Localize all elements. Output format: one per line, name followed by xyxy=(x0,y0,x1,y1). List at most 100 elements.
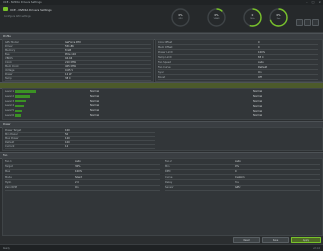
gauge-label: MHz xyxy=(250,18,255,20)
gauge-value: 0 xyxy=(251,14,254,17)
save-button[interactable]: Save xyxy=(262,237,289,243)
section-title: Power xyxy=(3,123,11,126)
row-value: Normal xyxy=(90,114,100,118)
header-subtitle: Configure GPU settings xyxy=(4,15,31,18)
fan-setting-row[interactable]: Zero RPM On xyxy=(5,186,160,189)
info-panel-left: GPU Model GeForce RTX Driver 551.86 Memory 8 … xyxy=(2,39,154,82)
fan-setting-row[interactable]: Target 30% xyxy=(5,165,160,168)
row-value-right: Normal xyxy=(253,95,263,99)
row-label: Zero RPM xyxy=(5,186,17,190)
row-value-right: Normal xyxy=(253,90,263,94)
power-panel: Power Target 100 Min Power 50 Max Power 120 De… xyxy=(2,127,323,151)
list-item[interactable]: Level 4 Normal xyxy=(5,104,320,107)
status-text: Ready xyxy=(3,246,10,250)
row-value-right: Normal xyxy=(253,100,263,103)
row-label: Level 3 xyxy=(5,99,14,103)
row-value: 0% xyxy=(235,165,239,169)
row-label: Min xyxy=(165,165,170,169)
level-bar xyxy=(15,114,21,117)
section-title: Fan xyxy=(3,154,8,157)
row-value: 2 C xyxy=(75,180,80,184)
fan-setting-row[interactable]: Mode Silent xyxy=(5,176,160,179)
gauge-label: VRAM xyxy=(213,18,220,20)
row-value: 30% xyxy=(75,165,81,169)
fan-setting-row[interactable]: Delay 3 s xyxy=(165,181,320,184)
row-divider xyxy=(5,148,155,149)
row-divider xyxy=(158,74,318,75)
row-label: Level 2 xyxy=(5,94,14,98)
apply-button[interactable]: Apply xyxy=(291,237,321,243)
fan-setting-row[interactable]: Max 100% xyxy=(5,170,160,173)
gauge: 0% Fan xyxy=(268,7,289,28)
level-bar xyxy=(15,100,26,103)
list-item[interactable]: Level 1 Normal xyxy=(5,90,320,93)
row-value: Normal xyxy=(90,104,100,108)
row-value: Silent xyxy=(75,175,83,179)
row-value: On xyxy=(75,186,79,190)
app-header: UCE - NVIDIA Drivers Settings Configure … xyxy=(0,5,323,33)
app-logo-icon xyxy=(3,7,8,11)
row-value-right: Normal xyxy=(253,104,263,108)
list-item[interactable]: Level 2 Normal xyxy=(5,95,320,98)
info-button[interactable] xyxy=(312,19,319,26)
row-label: Fan 1 xyxy=(5,160,12,164)
row-value: Normal xyxy=(90,99,100,103)
minimize-icon[interactable]: – xyxy=(306,0,308,4)
row-divider xyxy=(158,64,318,65)
row-label: Fan 2 xyxy=(165,160,172,164)
levels-list: Level 1 Normal Normal Level 2 Normal Normal Le… xyxy=(2,88,323,120)
row-divider xyxy=(165,189,320,191)
fan-panel: Fan 1 Auto Fan 2 Auto Target 30% Min 0% Max 100% R… xyxy=(2,158,323,236)
row-value: Normal xyxy=(90,94,100,98)
row-label: RPM xyxy=(165,170,171,174)
row-value: 3 s xyxy=(235,180,239,184)
settings-button[interactable] xyxy=(296,19,303,26)
fan-setting-row[interactable]: Curve Custom xyxy=(165,176,320,179)
fan-setting-row[interactable]: Hyst. 2 C xyxy=(5,181,160,184)
row-value: Normal xyxy=(90,90,100,94)
level-bar xyxy=(15,104,24,108)
row-label: Mode xyxy=(5,175,12,179)
reset-button[interactable]: Reset xyxy=(233,237,260,243)
list-item[interactable]: Level 5 Normal xyxy=(5,109,320,112)
fan-setting-row[interactable]: Fan 1 Auto xyxy=(5,160,160,163)
row-value: Custom xyxy=(235,175,245,179)
row-value: 0 xyxy=(235,170,237,174)
row-divider xyxy=(5,80,151,81)
close-icon[interactable]: × xyxy=(318,0,321,4)
row-label: Curve xyxy=(165,175,173,179)
list-item[interactable]: Level 6 Normal xyxy=(5,114,320,117)
row-divider xyxy=(158,44,318,45)
row-value: Auto xyxy=(235,160,241,164)
fan-setting-row[interactable]: Min 0% xyxy=(165,165,320,168)
info-panel-right: Core Offset 0 Mem Offset 0 Power Limit 100% Te… xyxy=(155,39,323,82)
row-label: Level 5 xyxy=(5,109,14,113)
gauge-value: 0% xyxy=(178,14,183,17)
row-divider xyxy=(158,59,318,60)
row-label: Delay xyxy=(165,180,173,184)
gauge: 0 MHz xyxy=(242,7,263,28)
refresh-button[interactable] xyxy=(304,19,311,26)
app-title: UCE - NVIDIA Drivers Settings xyxy=(10,8,52,12)
maximize-icon[interactable]: □ xyxy=(312,0,315,4)
gauge-label: Fan xyxy=(276,18,281,20)
row-value: Normal xyxy=(90,109,100,113)
row-label: Level 4 xyxy=(5,104,14,108)
window-controls: – □ × xyxy=(306,0,321,4)
version-text: v2.1.0 xyxy=(313,246,320,250)
row-label: Sensor xyxy=(165,186,174,190)
list-item[interactable]: Level 3 Normal xyxy=(5,100,320,103)
gauge-value: 0% xyxy=(276,14,281,17)
fan-setting-row[interactable]: RPM 0 xyxy=(165,170,320,173)
fan-setting-row[interactable]: Sensor GPU xyxy=(165,186,320,189)
row-label: Target xyxy=(5,165,13,169)
row-label: Level 6 xyxy=(5,114,14,118)
row-label: Max xyxy=(5,170,11,174)
window-title: UCE - NVIDIA Drivers Settings xyxy=(3,1,42,4)
row-divider xyxy=(5,189,160,191)
fan-setting-row[interactable]: Fan 2 Auto xyxy=(165,160,320,163)
gauge: 0% GPU xyxy=(170,7,191,28)
level-bar xyxy=(15,109,23,112)
row-label: Level 1 xyxy=(5,90,14,94)
gauge-value: 0% xyxy=(214,14,219,17)
